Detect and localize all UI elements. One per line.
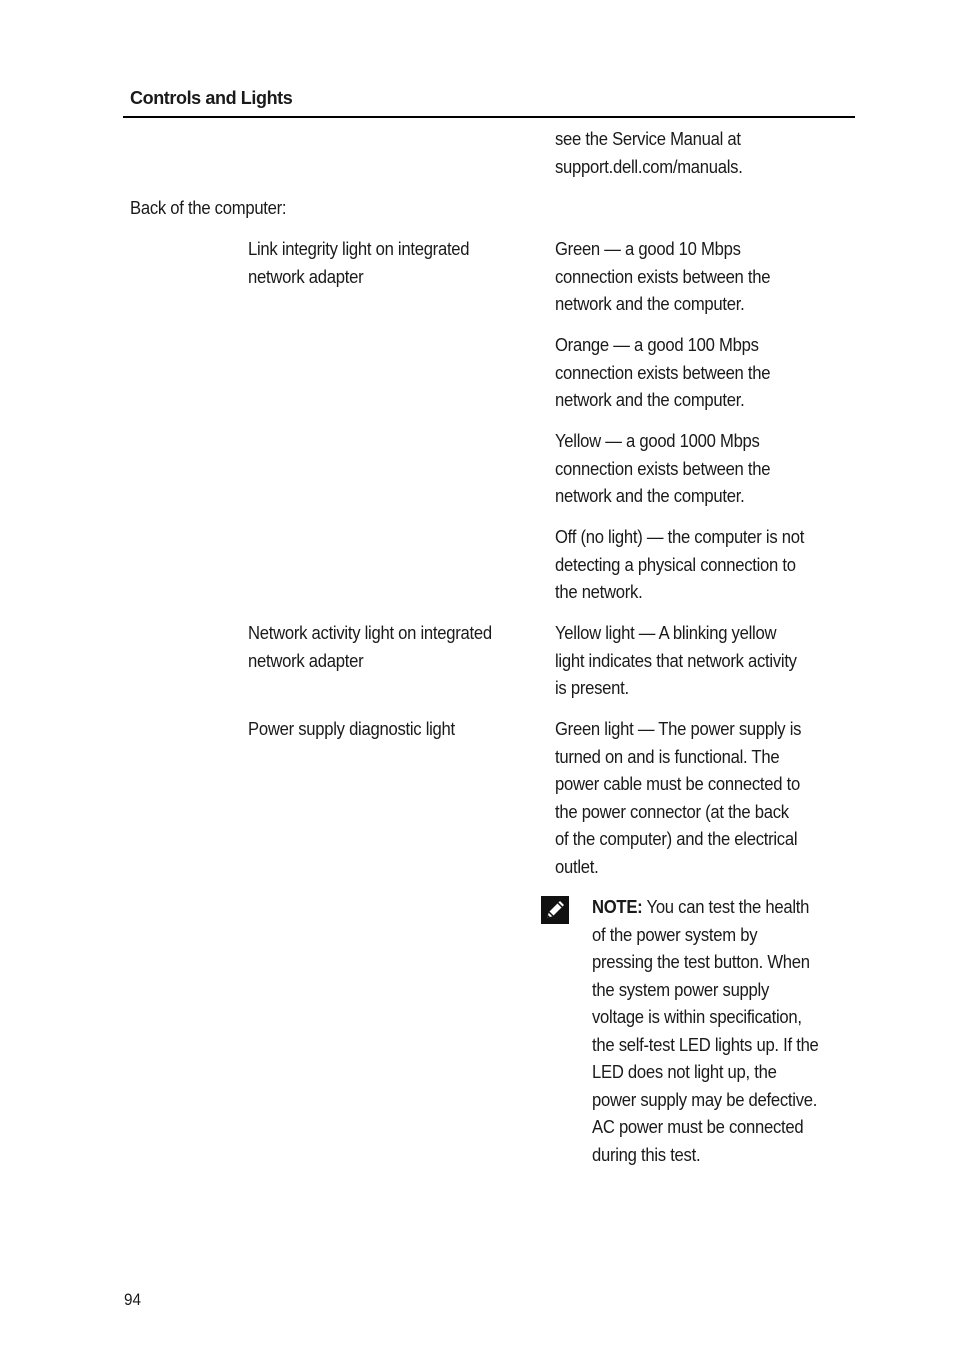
row-label-power-supply: Power supply diagnostic light: [248, 718, 455, 739]
description-orange: Orange — a good 100 Mbps connection exis…: [555, 334, 771, 410]
note-label: NOTE:: [592, 896, 643, 917]
pencil-note-icon: [541, 896, 569, 924]
section-label: Back of the computer:: [130, 197, 287, 218]
row-label-network-activity: Network activity light on integrated net…: [248, 622, 492, 671]
description-yellow: Yellow — a good 1000 Mbps connection exi…: [555, 430, 771, 506]
header-divider: [123, 116, 855, 118]
note-first-line: You can test the health: [642, 896, 810, 917]
note-body: of the power system by pressing the test…: [592, 923, 819, 1165]
continued-description: see the Service Manual at support.dell.c…: [555, 128, 743, 177]
note-text: NOTE: You can test the health of the pow…: [592, 893, 853, 1168]
description-network-activity: Yellow light — A blinking yellow light i…: [555, 622, 797, 698]
page-header-title: Controls and Lights: [130, 88, 293, 108]
description-green: Green — a good 10 Mbps connection exists…: [555, 238, 771, 314]
description-power-supply: Green light — The power supply is turned…: [555, 718, 802, 877]
description-off: Off (no light) — the computer is not det…: [555, 526, 805, 602]
page-number: 94: [124, 1290, 142, 1309]
row-label-link-integrity: Link integrity light on integrated netwo…: [248, 238, 470, 287]
